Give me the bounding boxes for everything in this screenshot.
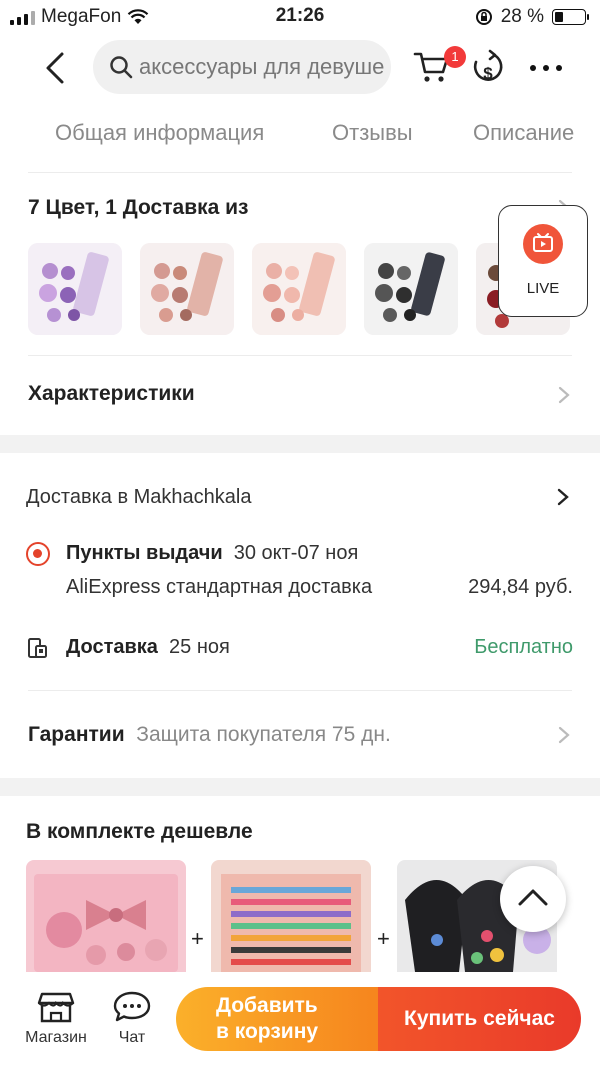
variant-thumb-black[interactable] (364, 243, 458, 335)
live-tv-icon (523, 224, 563, 264)
pickup-dates: 30 окт-07 ноя (233, 542, 359, 564)
buy-now-button[interactable]: Купить сейчас (378, 987, 581, 1051)
variant-thumb-purple[interactable] (28, 243, 122, 335)
pickup-label: Пункты выдачи (66, 542, 223, 564)
tab-general-info[interactable]: Общая информация (55, 120, 264, 146)
chat-icon (113, 991, 151, 1022)
courier-label: Доставка (66, 636, 158, 658)
bottom-action-bar: Магазин Чат Добавить в корзину Купить се… (0, 972, 600, 1066)
guarantee-text: Защита покупателя 75 дн. (136, 723, 391, 746)
plus-sign: + (377, 926, 390, 951)
top-navigation: аксессуары для девуше 1 $ (0, 38, 600, 98)
more-icon[interactable] (530, 56, 562, 80)
status-bar: MegaFon 21:26 28 % (0, 0, 600, 34)
courier-option[interactable]: Доставка 25 ноя (66, 636, 230, 659)
section-tabs: Общая информация Отзывы Описание (0, 120, 600, 152)
bundle-item-image[interactable] (26, 860, 186, 972)
cart-count-badge: 1 (444, 46, 466, 68)
rotation-lock-icon (475, 9, 492, 25)
section-gap (0, 778, 600, 796)
bundle-title: В комплекте дешевле (26, 820, 253, 843)
delivery-location[interactable]: Доставка в Makhachkala (26, 486, 251, 509)
purchase-buttons: Добавить в корзину Купить сейчас (176, 987, 581, 1051)
store-icon (37, 992, 75, 1023)
chat-label: Чат (118, 1029, 146, 1046)
radio-selected-icon[interactable] (26, 542, 50, 566)
pickup-method: AliExpress стандартная доставка (66, 576, 373, 598)
svg-text:$: $ (483, 64, 493, 83)
courier-icon (28, 638, 47, 658)
chat-button[interactable]: Чат (104, 990, 160, 1047)
search-icon (110, 56, 133, 79)
live-label: LIVE (526, 280, 560, 297)
battery-icon (552, 9, 589, 25)
add-to-cart-button[interactable]: Добавить в корзину (176, 987, 378, 1051)
pickup-price: 294,84 руб. (468, 576, 573, 598)
search-text: аксессуары для девуше (139, 54, 385, 79)
scroll-to-top-button[interactable] (500, 866, 566, 932)
divider (28, 690, 572, 691)
store-label: Магазин (25, 1029, 87, 1046)
variant-thumb-pink[interactable] (140, 243, 234, 335)
divider (28, 355, 572, 356)
guarantee-row[interactable]: Гарантии Защита покупателя 75 дн. (28, 723, 391, 747)
back-icon[interactable] (38, 48, 74, 88)
live-stream-button[interactable]: LIVE (498, 205, 588, 317)
store-button[interactable]: Магазин (20, 990, 92, 1047)
courier-date: 25 ноя (169, 636, 230, 658)
add-to-cart-line1: Добавить (216, 994, 318, 1017)
chevron-right-icon[interactable] (556, 487, 570, 507)
plus-sign: + (191, 926, 204, 951)
guarantee-title: Гарантии (28, 723, 125, 746)
bundle-item-image[interactable] (211, 860, 371, 972)
section-gap (0, 435, 600, 453)
coin-icon[interactable]: $ (470, 48, 506, 88)
variant-thumbnails (28, 243, 573, 337)
tab-description[interactable]: Описание (473, 120, 574, 146)
courier-price: Бесплатно (474, 636, 573, 658)
chevron-up-icon (518, 889, 548, 906)
chevron-right-icon (558, 726, 570, 744)
battery-percent: 28 % (500, 6, 544, 27)
search-input[interactable]: аксессуары для девуше (93, 40, 391, 94)
variants-title[interactable]: 7 Цвет, 1 Доставка из (28, 196, 248, 220)
chevron-right-icon (558, 386, 570, 404)
pickup-option[interactable]: Пункты выдачи 30 окт-07 ноя (66, 542, 358, 565)
divider (28, 172, 572, 173)
specs-title[interactable]: Характеристики (28, 382, 195, 406)
tab-reviews[interactable]: Отзывы (332, 120, 413, 146)
variant-thumb-peach[interactable] (252, 243, 346, 335)
add-to-cart-line2: в корзину (216, 1020, 319, 1043)
